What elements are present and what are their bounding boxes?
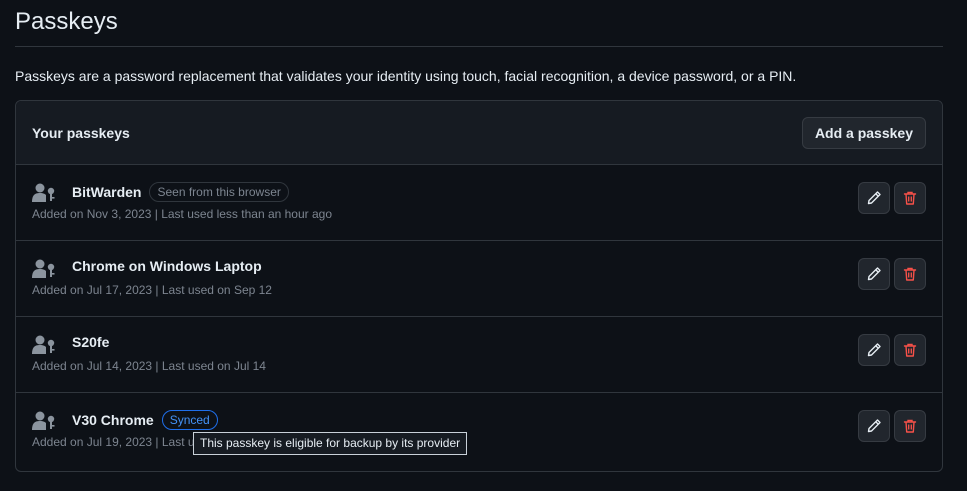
passkey-name: S20fe (72, 334, 110, 350)
passkey-person-icon (32, 335, 55, 354)
edit-passkey-button[interactable] (858, 182, 890, 214)
passkey-actions (858, 334, 926, 366)
trash-icon (903, 191, 917, 205)
passkey-row: Chrome on Windows Laptop Added on Jul 17… (16, 241, 942, 317)
delete-passkey-button[interactable] (894, 410, 926, 442)
passkey-row: V30 Chrome Synced Added on Jul 19, 2023 … (16, 393, 942, 469)
delete-passkey-button[interactable] (894, 258, 926, 290)
seen-from-browser-badge: Seen from this browser (149, 182, 289, 202)
pencil-icon (867, 191, 881, 205)
passkey-actions (858, 182, 926, 214)
delete-passkey-button[interactable] (894, 182, 926, 214)
passkey-name: BitWarden (72, 184, 142, 200)
passkeys-panel: Your passkeys Add a passkey BitWarden Se… (15, 100, 943, 472)
trash-icon (903, 343, 917, 357)
passkey-name: Chrome on Windows Laptop (72, 258, 262, 274)
pencil-icon (867, 343, 881, 357)
passkey-meta: Added on Jul 17, 2023 | Last used on Sep… (32, 283, 272, 297)
panel-title: Your passkeys (32, 124, 130, 141)
add-passkey-button[interactable]: Add a passkey (801, 116, 926, 149)
synced-badge[interactable]: Synced (161, 410, 218, 430)
edit-passkey-button[interactable] (858, 410, 890, 442)
trash-icon (903, 419, 917, 433)
synced-tooltip: This passkey is eligible for backup by i… (193, 432, 468, 455)
edit-passkey-button[interactable] (858, 334, 890, 366)
passkey-row: BitWarden Seen from this browser Added o… (16, 165, 942, 241)
passkey-name: V30 Chrome (72, 412, 154, 428)
passkey-actions (858, 410, 926, 442)
passkey-person-icon (32, 411, 55, 430)
passkeys-panel-header: Your passkeys Add a passkey (16, 101, 942, 165)
edit-passkey-button[interactable] (858, 258, 890, 290)
passkeys-page: Passkeys Passkeys are a password replace… (0, 0, 967, 491)
page-title: Passkeys (15, 0, 943, 47)
page-description: Passkeys are a password replacement that… (15, 68, 797, 84)
passkey-row: S20fe Added on Jul 14, 2023 | Last used … (16, 317, 942, 393)
pencil-icon (867, 419, 881, 433)
passkey-meta: Added on Jul 14, 2023 | Last used on Jul… (32, 359, 266, 373)
passkey-actions (858, 258, 926, 290)
trash-icon (903, 267, 917, 281)
passkey-person-icon (32, 259, 55, 278)
passkey-person-icon (32, 183, 55, 202)
passkey-meta: Added on Nov 3, 2023 | Last used less th… (32, 207, 332, 221)
delete-passkey-button[interactable] (894, 334, 926, 366)
pencil-icon (867, 267, 881, 281)
